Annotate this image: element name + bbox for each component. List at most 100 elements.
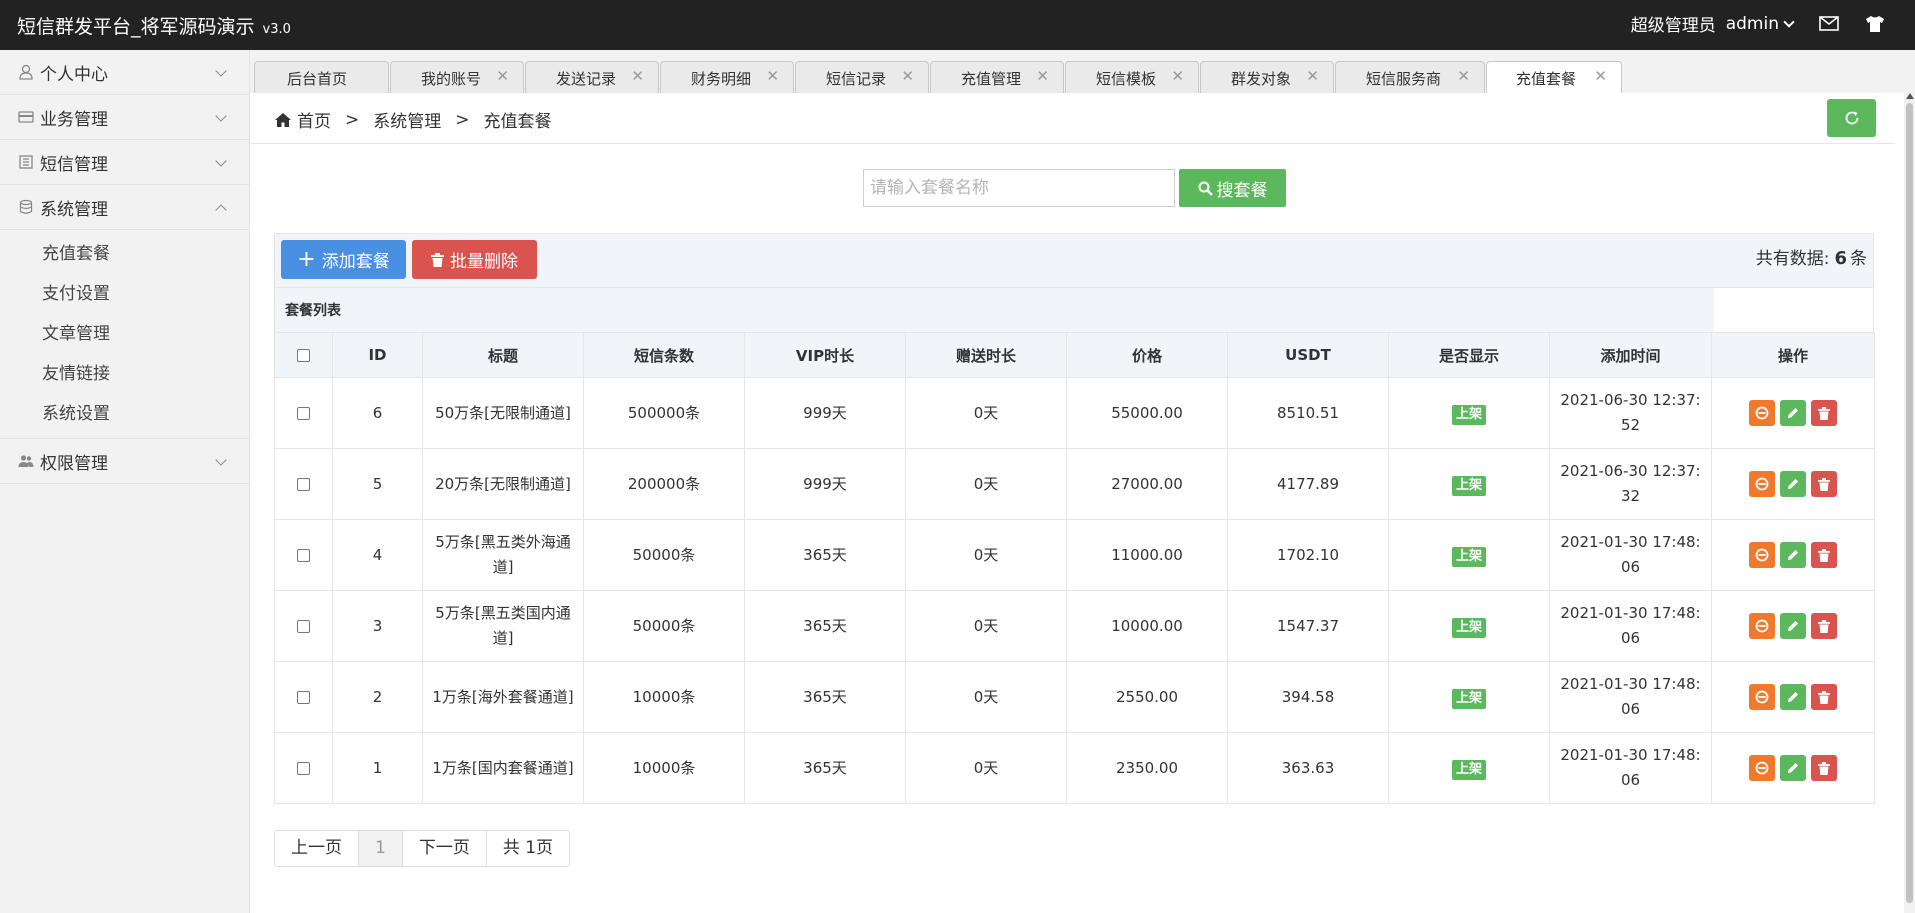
disable-button[interactable] bbox=[1749, 613, 1775, 639]
delete-button[interactable] bbox=[1811, 613, 1837, 639]
select-all-checkbox[interactable] bbox=[297, 349, 310, 362]
disable-button[interactable] bbox=[1749, 755, 1775, 781]
scrollbar[interactable] bbox=[1904, 93, 1915, 913]
sidebar-item-permissions[interactable]: 权限管理 bbox=[0, 439, 249, 484]
delete-button[interactable] bbox=[1811, 755, 1837, 781]
disable-button[interactable] bbox=[1749, 400, 1775, 426]
cell-price: 55000.00 bbox=[1066, 377, 1228, 449]
close-icon[interactable]: ✕ bbox=[901, 67, 914, 85]
row-checkbox[interactable] bbox=[297, 406, 310, 420]
delete-button[interactable] bbox=[1811, 684, 1837, 710]
disable-button[interactable] bbox=[1749, 542, 1775, 568]
prev-page-button[interactable]: 上一页 bbox=[275, 831, 359, 866]
search-input[interactable] bbox=[863, 169, 1175, 207]
search-button[interactable]: 搜套餐 bbox=[1179, 169, 1286, 207]
close-icon[interactable]: ✕ bbox=[1036, 67, 1049, 85]
close-icon[interactable]: ✕ bbox=[766, 67, 779, 85]
sidebar-item-system[interactable]: 系统管理 bbox=[0, 185, 249, 230]
tab-finance-details[interactable]: 财务明细 ✕ bbox=[660, 61, 794, 93]
row-checkbox[interactable] bbox=[297, 477, 310, 491]
edit-button[interactable] bbox=[1780, 613, 1806, 639]
edit-button[interactable] bbox=[1780, 471, 1806, 497]
disable-button[interactable] bbox=[1749, 471, 1775, 497]
close-icon[interactable]: ✕ bbox=[631, 67, 644, 85]
cell-status: 上架 bbox=[1388, 732, 1550, 804]
tab-recharge-management[interactable]: 充值管理 ✕ bbox=[930, 61, 1064, 93]
delete-button[interactable] bbox=[1811, 542, 1837, 568]
breadcrumb-system[interactable]: 系统管理 bbox=[373, 107, 441, 132]
disable-button[interactable] bbox=[1749, 684, 1775, 710]
cell-vip: 365天 bbox=[744, 519, 906, 591]
cell-usdt: 394.58 bbox=[1227, 661, 1389, 733]
sidebar-item-business[interactable]: 业务管理 bbox=[0, 95, 249, 140]
edit-button[interactable] bbox=[1780, 684, 1806, 710]
refresh-icon bbox=[1844, 110, 1860, 126]
edit-button[interactable] bbox=[1780, 400, 1806, 426]
cell-price: 11000.00 bbox=[1066, 519, 1228, 591]
username: admin bbox=[1725, 13, 1779, 34]
total-suffix: 条 bbox=[1850, 249, 1867, 269]
cell-actions bbox=[1711, 661, 1875, 733]
sidebar-item-sms[interactable]: 短信管理 bbox=[0, 140, 249, 185]
close-icon[interactable]: ✕ bbox=[1594, 67, 1607, 85]
delete-button[interactable] bbox=[1811, 400, 1837, 426]
delete-button[interactable] bbox=[1811, 471, 1837, 497]
tab-recharge-package[interactable]: 充值套餐 ✕ bbox=[1486, 61, 1622, 94]
sidebar-subitem-article-management[interactable]: 文章管理 bbox=[0, 314, 249, 354]
cell-actions bbox=[1711, 732, 1875, 804]
row-checkbox[interactable] bbox=[297, 690, 310, 704]
status-badge[interactable]: 上架 bbox=[1451, 475, 1486, 496]
breadcrumb-home[interactable]: 首页 bbox=[297, 107, 331, 132]
table-body: 6 50万条[无限制通道] 500000条 999天 0天 55000.00 8510.51… bbox=[274, 377, 1875, 804]
sidebar-item-personal-center[interactable]: 个人中心 bbox=[0, 50, 249, 95]
row-checkbox[interactable] bbox=[297, 761, 310, 775]
cell-price: 2550.00 bbox=[1066, 661, 1228, 733]
cell-vip: 365天 bbox=[744, 661, 906, 733]
pencil-icon bbox=[1788, 479, 1798, 489]
edit-button[interactable] bbox=[1780, 755, 1806, 781]
add-package-button[interactable]: + 添加套餐 bbox=[281, 240, 406, 279]
scroll-up-icon[interactable] bbox=[1906, 93, 1914, 99]
status-badge[interactable]: 上架 bbox=[1451, 688, 1486, 709]
close-icon[interactable]: ✕ bbox=[1306, 67, 1319, 85]
status-badge[interactable]: 上架 bbox=[1451, 617, 1486, 638]
next-page-button[interactable]: 下一页 bbox=[403, 831, 487, 866]
column-header: VIP时长 bbox=[744, 332, 906, 378]
status-badge[interactable]: 上架 bbox=[1451, 404, 1486, 425]
chevron-down-icon bbox=[215, 65, 227, 77]
sidebar-subitem-system-settings[interactable]: 系统设置 bbox=[0, 394, 249, 434]
ban-icon bbox=[1755, 548, 1769, 562]
close-icon[interactable]: ✕ bbox=[496, 67, 509, 85]
sidebar-subitem-recharge-package[interactable]: 充值套餐 bbox=[0, 234, 249, 274]
tshirt-icon[interactable] bbox=[1865, 15, 1885, 33]
tab-send-records[interactable]: 发送记录 ✕ bbox=[525, 61, 659, 93]
edit-button[interactable] bbox=[1780, 542, 1806, 568]
row-checkbox[interactable] bbox=[297, 548, 310, 562]
scrollbar-thumb[interactable] bbox=[1906, 103, 1913, 903]
close-icon[interactable]: ✕ bbox=[1457, 67, 1470, 85]
close-icon[interactable]: ✕ bbox=[1171, 67, 1184, 85]
tab-sms-templates[interactable]: 短信模板 ✕ bbox=[1065, 61, 1199, 93]
refresh-button[interactable] bbox=[1827, 99, 1876, 137]
status-badge[interactable]: 上架 bbox=[1451, 546, 1486, 567]
status-badge[interactable]: 上架 bbox=[1451, 759, 1486, 780]
sidebar-subitem-payment-settings[interactable]: 支付设置 bbox=[0, 274, 249, 314]
breadcrumb-current: 充值套餐 bbox=[483, 112, 552, 132]
tab-sms-providers[interactable]: 短信服务商 ✕ bbox=[1335, 61, 1485, 93]
row-actions bbox=[1718, 613, 1868, 639]
tab-mass-targets[interactable]: 群发对象 ✕ bbox=[1200, 61, 1334, 93]
total-prefix: 共有数据: bbox=[1755, 249, 1830, 269]
tab-label: 财务明细 bbox=[691, 70, 752, 88]
user-menu[interactable]: admin bbox=[1725, 13, 1795, 34]
search-button-label: 搜套餐 bbox=[1216, 180, 1268, 201]
column-header: 赠送时长 bbox=[905, 332, 1067, 378]
tab-home[interactable]: 后台首页 bbox=[254, 61, 389, 93]
chevron-down-icon bbox=[215, 155, 227, 167]
mail-icon[interactable] bbox=[1819, 16, 1839, 31]
tab-my-account[interactable]: 我的账号 ✕ bbox=[390, 61, 524, 93]
row-checkbox[interactable] bbox=[297, 619, 310, 633]
sidebar-subitem-friendly-links[interactable]: 友情链接 bbox=[0, 354, 249, 394]
batch-delete-button[interactable]: 批量删除 bbox=[412, 240, 537, 279]
app-brand: 短信群发平台_将军源码演示 v3.0 bbox=[17, 12, 291, 39]
tab-sms-records[interactable]: 短信记录 ✕ bbox=[795, 61, 929, 93]
